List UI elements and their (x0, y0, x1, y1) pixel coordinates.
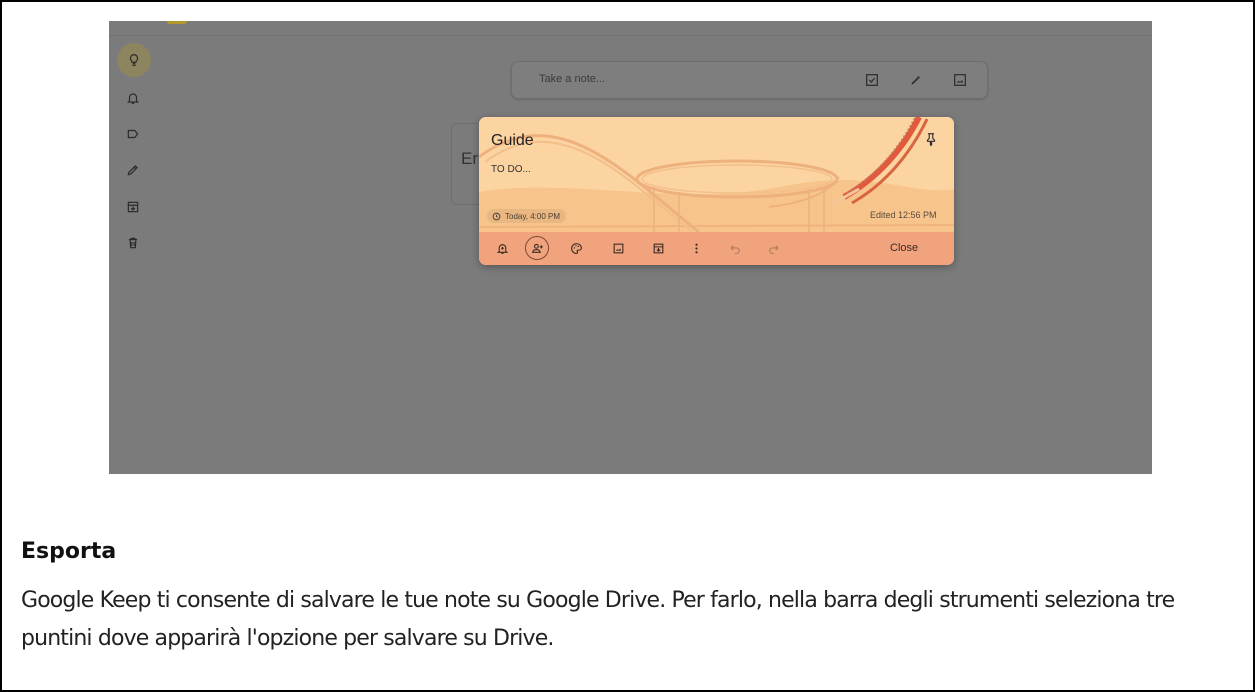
sidebar-item-reminders[interactable] (119, 84, 147, 112)
open-note-card[interactable]: Guide TO DO... Today, 4:00 PM Edited 12:… (479, 117, 954, 265)
new-drawing-icon[interactable] (908, 72, 924, 88)
pencil-icon (127, 165, 138, 176)
reminder-text: Today, 4:00 PM (505, 211, 560, 221)
sidebar-item-edit-labels[interactable] (119, 156, 147, 184)
edited-timestamp: Edited 12:56 PM (870, 210, 937, 220)
bell-plus-icon (496, 243, 508, 254)
section-paragraph: Google Keep ti consente di salvare le tu… (21, 588, 1175, 651)
more-options-button[interactable] (689, 241, 703, 255)
remind-me-button[interactable] (495, 241, 509, 255)
label-icon (127, 129, 139, 139)
take-note-placeholder[interactable]: Take a note... (539, 73, 605, 85)
note-title[interactable]: Guide (491, 132, 534, 150)
background-note-snippet: Er (461, 149, 478, 168)
take-note-bar[interactable]: Take a note... (511, 61, 988, 99)
sidebar-item-archive[interactable] (119, 193, 147, 221)
sidebar-item-labels[interactable] (119, 120, 147, 148)
section-heading: Esporta (21, 539, 117, 564)
note-toolbar: Close (479, 232, 954, 265)
keep-screenshot: Take a note... Er Guide TO DO... Today, … (109, 21, 1152, 474)
pin-icon[interactable] (924, 132, 938, 146)
clock-icon (492, 212, 501, 220)
undo-icon (729, 244, 740, 254)
sidebar-item-trash[interactable] (119, 229, 147, 257)
close-button[interactable]: Close (890, 242, 918, 254)
sidebar-item-notes[interactable] (117, 43, 151, 77)
add-image-button[interactable] (611, 241, 625, 255)
redo-button[interactable] (766, 241, 780, 255)
undo-button[interactable] (728, 241, 742, 255)
image-icon (613, 243, 623, 253)
palette-icon (570, 242, 582, 254)
trash-icon (128, 237, 138, 249)
more-vert-icon (694, 243, 698, 253)
background-options-button[interactable] (569, 241, 583, 255)
reminder-chip[interactable]: Today, 4:00 PM (487, 209, 566, 223)
lightbulb-icon (129, 54, 139, 66)
archive-icon (127, 201, 139, 213)
collaborator-button[interactable] (525, 236, 549, 260)
header-accent (167, 21, 187, 24)
archive-button[interactable] (651, 241, 665, 255)
add-collaborator-icon (531, 243, 543, 253)
new-image-icon[interactable] (952, 72, 968, 88)
archive-icon (653, 243, 663, 253)
bell-icon (126, 93, 140, 104)
note-body[interactable]: TO DO... (491, 164, 531, 175)
redo-icon (768, 244, 779, 254)
new-list-icon[interactable] (864, 72, 880, 88)
header-divider (109, 35, 1152, 36)
